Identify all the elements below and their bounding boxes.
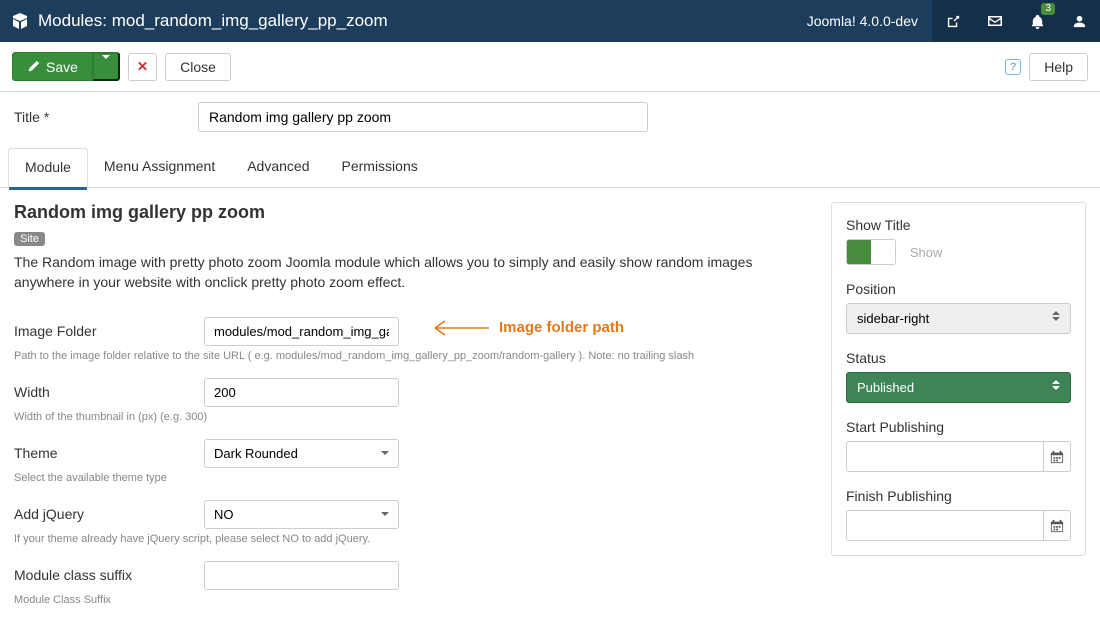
chevron-down-icon	[102, 55, 110, 74]
show-title-text: Show	[910, 245, 943, 260]
start-publishing-calendar[interactable]	[1044, 441, 1071, 472]
user-icon[interactable]	[1058, 0, 1100, 42]
position-label: Position	[846, 281, 1071, 297]
calendar-icon	[1050, 450, 1064, 464]
save-dropdown[interactable]	[93, 52, 120, 81]
title-row: Title *	[0, 92, 1100, 138]
field-image-folder: Image Folder Image folder path	[14, 317, 815, 346]
position-select[interactable]: sidebar-right	[846, 303, 1071, 334]
notification-badge: 3	[1041, 3, 1055, 15]
width-label: Width	[14, 378, 204, 400]
save-button-group: Save	[12, 52, 120, 81]
show-title-toggle[interactable]	[846, 239, 896, 265]
joomla-version: Joomla! 4.0.0-dev	[793, 13, 932, 29]
jquery-label: Add jQuery	[14, 500, 204, 522]
field-start-publishing: Start Publishing	[846, 419, 1071, 472]
field-suffix: Module class suffix	[14, 561, 815, 590]
width-help: Width of the thumbnail in (px) (e.g. 300…	[14, 411, 815, 423]
save-button[interactable]: Save	[12, 52, 93, 81]
image-folder-input[interactable]	[204, 317, 399, 346]
bell-icon[interactable]: 3	[1016, 0, 1058, 42]
suffix-label: Module class suffix	[14, 561, 204, 583]
close-button[interactable]: Close	[165, 53, 231, 81]
title-label: Title *	[14, 109, 186, 125]
jquery-select[interactable]: NO	[204, 500, 399, 529]
module-icon	[12, 13, 28, 29]
status-select[interactable]: Published	[846, 372, 1071, 403]
sidebar: Show Title Show Position sidebar-right S…	[831, 202, 1086, 556]
main-panel: Random img gallery pp zoom Site The Rand…	[14, 202, 815, 622]
pencil-icon	[27, 60, 40, 73]
content: Random img gallery pp zoom Site The Rand…	[0, 188, 1100, 636]
field-position: Position sidebar-right	[846, 281, 1071, 334]
finish-publishing-label: Finish Publishing	[846, 488, 1071, 504]
field-show-title: Show Title Show	[846, 217, 1071, 265]
field-finish-publishing: Finish Publishing	[846, 488, 1071, 541]
page-title: Modules: mod_random_img_gallery_pp_zoom	[38, 11, 793, 31]
toolbar: Save ✕ Close ? Help	[0, 42, 1100, 92]
jquery-help: If your theme already have jQuery script…	[14, 533, 815, 545]
tab-advanced[interactable]: Advanced	[231, 148, 325, 187]
status-label: Status	[846, 350, 1071, 366]
annotation-text: Image folder path	[499, 319, 624, 336]
image-folder-label: Image Folder	[14, 317, 204, 339]
arrow-icon	[429, 317, 491, 339]
finish-publishing-input[interactable]	[846, 510, 1044, 541]
field-theme: Theme Dark Rounded	[14, 439, 815, 468]
finish-publishing-calendar[interactable]	[1044, 510, 1071, 541]
topbar: Modules: mod_random_img_gallery_pp_zoom …	[0, 0, 1100, 42]
start-publishing-label: Start Publishing	[846, 419, 1071, 435]
module-description: The Random image with pretty photo zoom …	[14, 252, 815, 293]
tab-menu-assignment[interactable]: Menu Assignment	[88, 148, 231, 187]
theme-select[interactable]: Dark Rounded	[204, 439, 399, 468]
site-badge: Site	[14, 232, 45, 246]
calendar-icon	[1050, 519, 1064, 533]
field-width: Width	[14, 378, 815, 407]
suffix-input[interactable]	[204, 561, 399, 590]
show-title-label: Show Title	[846, 217, 1071, 233]
theme-label: Theme	[14, 439, 204, 461]
module-heading: Random img gallery pp zoom	[14, 202, 815, 223]
theme-help: Select the available theme type	[14, 472, 815, 484]
mail-icon[interactable]	[974, 0, 1016, 42]
title-input[interactable]	[198, 102, 648, 132]
field-jquery: Add jQuery NO	[14, 500, 815, 529]
tab-permissions[interactable]: Permissions	[326, 148, 434, 187]
tabs: Module Menu Assignment Advanced Permissi…	[0, 148, 1100, 188]
help-button[interactable]: Help	[1029, 53, 1088, 81]
start-publishing-input[interactable]	[846, 441, 1044, 472]
topbar-right: Joomla! 4.0.0-dev 3	[793, 0, 1100, 42]
help-icon[interactable]: ?	[1005, 59, 1021, 75]
annotation: Image folder path	[429, 317, 624, 339]
suffix-help: Module Class Suffix	[14, 594, 815, 606]
field-status: Status Published	[846, 350, 1071, 403]
close-x-button[interactable]: ✕	[128, 53, 157, 81]
tab-module[interactable]: Module	[8, 148, 88, 188]
width-input[interactable]	[204, 378, 399, 407]
image-folder-help: Path to the image folder relative to the…	[14, 350, 815, 362]
external-link-icon[interactable]	[932, 0, 974, 42]
